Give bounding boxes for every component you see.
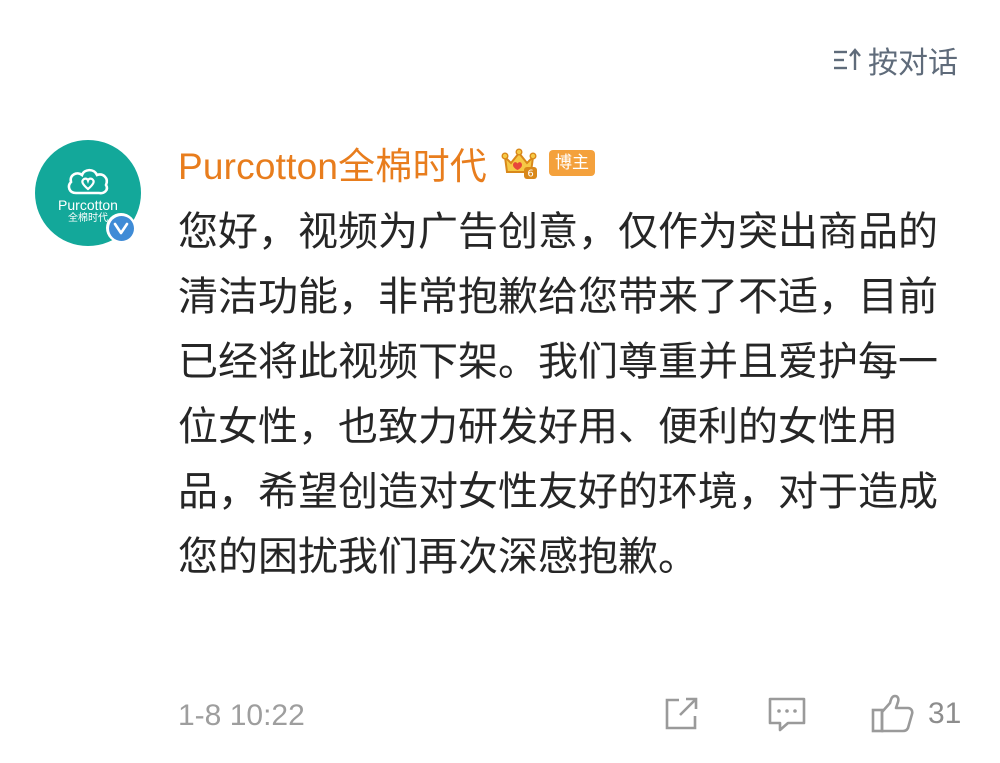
like-button[interactable]: 31 — [870, 693, 961, 735]
avatar-brand-sub: 全棉时代 — [68, 212, 108, 224]
share-icon — [662, 695, 702, 733]
avatar-brand-name: Purcotton — [58, 196, 118, 213]
sort-icon — [832, 47, 862, 73]
verified-badge — [106, 213, 136, 243]
comment: Purcotton全棉时代 6 博主 您好，视频为广告创意，仅作为突出商品的清洁… — [178, 138, 968, 590]
comment-icon — [766, 695, 808, 735]
reply-button[interactable] — [766, 695, 808, 735]
sort-by-conversation-button[interactable]: 按对话 — [832, 38, 958, 82]
comment-header: Purcotton全棉时代 6 博主 — [178, 138, 968, 188]
comment-text: 您好，视频为广告创意，仅作为突出商品的清洁功能，非常抱歉给您带来了不适，目前已经… — [178, 209, 938, 580]
svg-text:6: 6 — [527, 169, 533, 180]
username[interactable]: Purcotton全棉时代 — [178, 136, 487, 190]
sort-label: 按对话 — [868, 46, 958, 81]
like-count: 31 — [928, 697, 962, 730]
crown-level-icon: 6 — [499, 145, 539, 181]
share-button[interactable] — [662, 695, 702, 733]
timestamp: 1-8 10:22 — [178, 699, 305, 732]
author-badge: 博主 — [548, 150, 595, 176]
comment-footer: 1-8 10:22 31 — [178, 693, 968, 739]
cloud-heart-logo-icon — [66, 166, 110, 196]
thumbs-up-icon — [870, 693, 916, 735]
verified-icon — [108, 215, 134, 241]
